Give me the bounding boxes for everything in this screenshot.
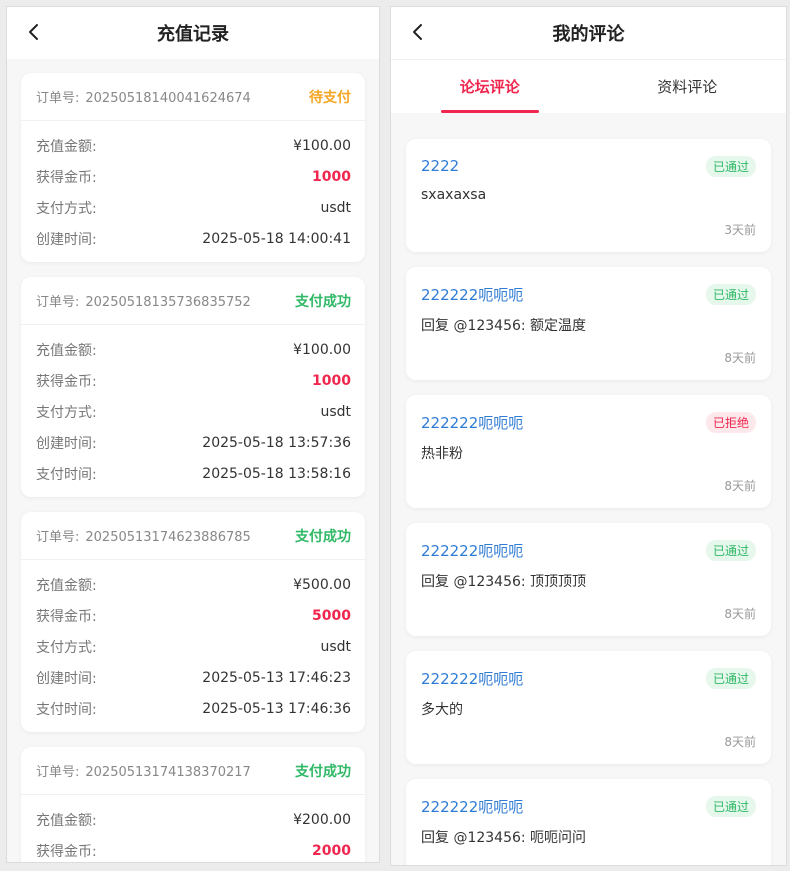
status-badge: 已通过 [705,795,756,817]
coins-row: 获得金币: 2000 [36,842,351,860]
method-row: 支付方式: usdt [36,638,351,656]
comments-header: 我的评论 [391,7,786,59]
order-number: 订单号: 20250518135736835752 [36,295,251,310]
back-arrow-icon[interactable] [23,21,45,43]
tab-forum-comments[interactable]: 论坛评论 [391,60,589,113]
amount-row: 充值金额: ¥100.00 [36,137,351,155]
method-row: 支付方式: usdt [36,199,351,217]
comment-title[interactable]: 2222 [421,157,459,175]
comment-title[interactable]: 222222呃呃呃 [421,284,523,305]
status-badge: 已通过 [705,283,756,305]
comment-title[interactable]: 222222呃呃呃 [421,540,523,561]
amount-row: 充值金额: ¥100.00 [36,341,351,359]
created-row: 创建时间: 2025-05-13 17:46:23 [36,669,351,687]
status-badge: 已通过 [705,155,756,177]
status-badge: 已拒绝 [705,411,756,433]
comment-title[interactable]: 222222呃呃呃 [421,796,523,817]
recharge-card[interactable]: 订单号: 20250518140041624674 待支付 充值金额: ¥100.0… [21,73,365,262]
back-arrow-icon[interactable] [407,21,429,43]
comment-content: 回复 @123456: 呃呃问问 [421,830,587,846]
paid-row: 支付时间: 2025-05-13 17:46:36 [36,700,351,718]
recharge-card[interactable]: 订单号: 20250513174138370217 支付成功 充值金额: ¥200.… [21,747,365,862]
comment-time: 8天前 [724,479,756,493]
my-comments-panel: 我的评论 论坛评论 资料评论 2222 已通过 sxaxaxsa 3天前 222… [390,6,787,866]
comment-card[interactable]: 222222呃呃呃 已通过 回复 @123456: 顶顶顶顶 8天前 [406,523,771,636]
paid-row: 支付时间: 2025-05-18 13:58:16 [36,465,351,483]
status-badge: 已通过 [705,667,756,689]
recharge-records-panel: 充值记录 订单号: 20250518140041624674 待支付 充值金额: ¥… [6,6,380,863]
comment-title[interactable]: 222222呃呃呃 [421,412,523,433]
coins-row: 获得金币: 1000 [36,372,351,390]
coins-row: 获得金币: 5000 [36,607,351,625]
recharge-card-header: 订单号: 20250513174138370217 支付成功 [21,747,365,795]
comment-card[interactable]: 222222呃呃呃 已通过 多大的 8天前 [406,651,771,764]
comment-content: 多大的 [421,702,463,718]
comment-card[interactable]: 2222 已通过 sxaxaxsa 3天前 [406,139,771,252]
recharge-list: 订单号: 20250518140041624674 待支付 充值金额: ¥100.0… [7,59,379,862]
page-title: 充值记录 [157,24,229,45]
order-number: 订单号: 20250513174138370217 [36,765,251,780]
order-number: 订单号: 20250513174623886785 [36,530,251,545]
created-row: 创建时间: 2025-05-18 13:57:36 [36,434,351,452]
comment-content: 热非粉 [421,446,463,462]
status-badge: 已通过 [705,539,756,561]
recharge-card[interactable]: 订单号: 20250513174623886785 支付成功 充值金额: ¥500.… [21,512,365,732]
comment-content: 回复 @123456: 额定温度 [421,318,587,334]
amount-row: 充值金额: ¥500.00 [36,576,351,594]
status-badge: 支付成功 [295,528,351,545]
comment-content: sxaxaxsa [421,187,487,203]
created-row: 创建时间: 2025-05-18 14:00:41 [36,230,351,248]
comment-title[interactable]: 222222呃呃呃 [421,668,523,689]
recharge-card-header: 订单号: 20250518140041624674 待支付 [21,73,365,121]
page-title: 我的评论 [552,24,625,45]
comment-list: 2222 已通过 sxaxaxsa 3天前 222222呃呃呃 已通过 回复 @… [391,113,786,865]
comment-content: 回复 @123456: 顶顶顶顶 [421,574,587,590]
comment-time: 8天前 [724,351,756,365]
comment-time: 8天前 [724,607,756,621]
comment-time: 3天前 [724,223,756,237]
recharge-header: 充值记录 [7,7,379,59]
amount-row: 充值金额: ¥200.00 [36,811,351,829]
method-row: 支付方式: usdt [36,403,351,421]
comment-card[interactable]: 222222呃呃呃 已通过 回复 @123456: 呃呃问问 [406,779,771,865]
status-badge: 支付成功 [295,293,351,310]
comment-tabs: 论坛评论 资料评论 [391,59,786,113]
tab-data-comments[interactable]: 资料评论 [589,60,787,113]
recharge-card[interactable]: 订单号: 20250518135736835752 支付成功 充值金额: ¥100.… [21,277,365,497]
comment-card[interactable]: 222222呃呃呃 已通过 回复 @123456: 额定温度 8天前 [406,267,771,380]
coins-row: 获得金币: 1000 [36,168,351,186]
recharge-card-header: 订单号: 20250518135736835752 支付成功 [21,277,365,325]
recharge-card-header: 订单号: 20250513174623886785 支付成功 [21,512,365,560]
order-number: 订单号: 20250518140041624674 [36,91,251,106]
comment-card[interactable]: 222222呃呃呃 已拒绝 热非粉 8天前 [406,395,771,508]
status-badge: 待支付 [309,89,351,106]
status-badge: 支付成功 [295,763,351,780]
comment-time: 8天前 [724,735,756,749]
